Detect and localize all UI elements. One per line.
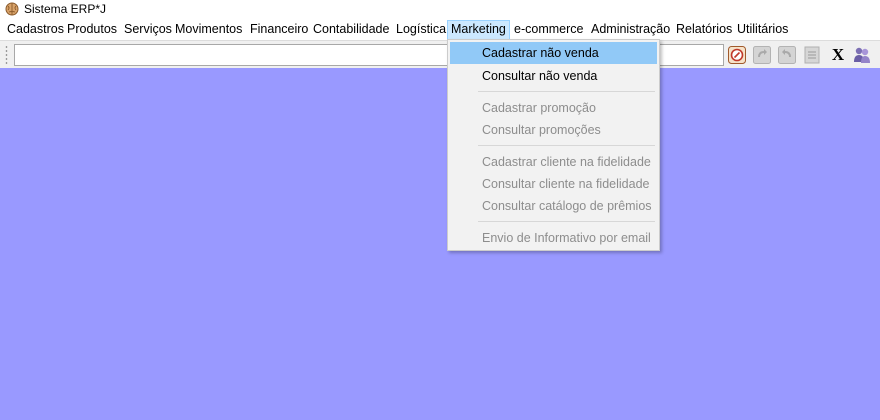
menu-servicos[interactable]: Serviços: [121, 20, 175, 40]
redo-icon[interactable]: [777, 45, 797, 65]
menu-item-consultar-nao-venda[interactable]: Consultar não venda: [450, 65, 657, 87]
marketing-dropdown-menu: Cadastrar não venda Consultar não venda …: [447, 39, 660, 251]
menu-item-envio-informativo-email[interactable]: Envio de Informativo por email: [450, 227, 657, 249]
title-bar: Sistema ERP*J: [0, 0, 880, 19]
menu-financeiro[interactable]: Financeiro: [247, 20, 311, 40]
menu-separator: [478, 91, 655, 92]
menu-produtos[interactable]: Produtos: [64, 20, 120, 40]
document-icon[interactable]: [802, 45, 822, 65]
menu-e-commerce[interactable]: e-commerce: [511, 20, 586, 40]
close-x-icon[interactable]: X: [828, 45, 848, 65]
menu-utilitarios[interactable]: Utilitários: [734, 20, 791, 40]
window-title: Sistema ERP*J: [24, 2, 107, 16]
menu-movimentos[interactable]: Movimentos: [172, 20, 245, 40]
menu-relatorios[interactable]: Relatórios: [673, 20, 735, 40]
menu-item-consultar-cliente-fidelidade[interactable]: Consultar cliente na fidelidade: [450, 173, 657, 195]
menu-separator: [478, 145, 655, 146]
toolbar: X: [0, 40, 880, 68]
toolbar-grip[interactable]: [5, 45, 8, 65]
menu-logistica[interactable]: Logística: [393, 20, 449, 40]
menu-item-consultar-promocoes[interactable]: Consultar promoções: [450, 119, 657, 141]
menu-marketing[interactable]: Marketing: [447, 20, 510, 40]
users-icon[interactable]: [852, 45, 872, 65]
menu-administracao[interactable]: Administração: [588, 20, 673, 40]
menu-item-cadastrar-nao-venda[interactable]: Cadastrar não venda: [450, 42, 657, 64]
desktop-area: [0, 68, 880, 420]
brain-icon: [5, 2, 19, 16]
menu-contabilidade[interactable]: Contabilidade: [310, 20, 392, 40]
menu-item-cadastrar-cliente-fidelidade[interactable]: Cadastrar cliente na fidelidade: [450, 151, 657, 173]
menu-separator: [478, 221, 655, 222]
menu-cadastros[interactable]: Cadastros: [4, 20, 67, 40]
menu-bar: Cadastros Produtos Serviços Movimentos F…: [0, 19, 880, 40]
menu-item-consultar-catalogo-premios[interactable]: Consultar catálogo de prêmios: [450, 195, 657, 217]
calculator-icon[interactable]: [727, 45, 747, 65]
menu-item-cadastrar-promocao[interactable]: Cadastrar promoção: [450, 97, 657, 119]
undo-icon[interactable]: [752, 45, 772, 65]
